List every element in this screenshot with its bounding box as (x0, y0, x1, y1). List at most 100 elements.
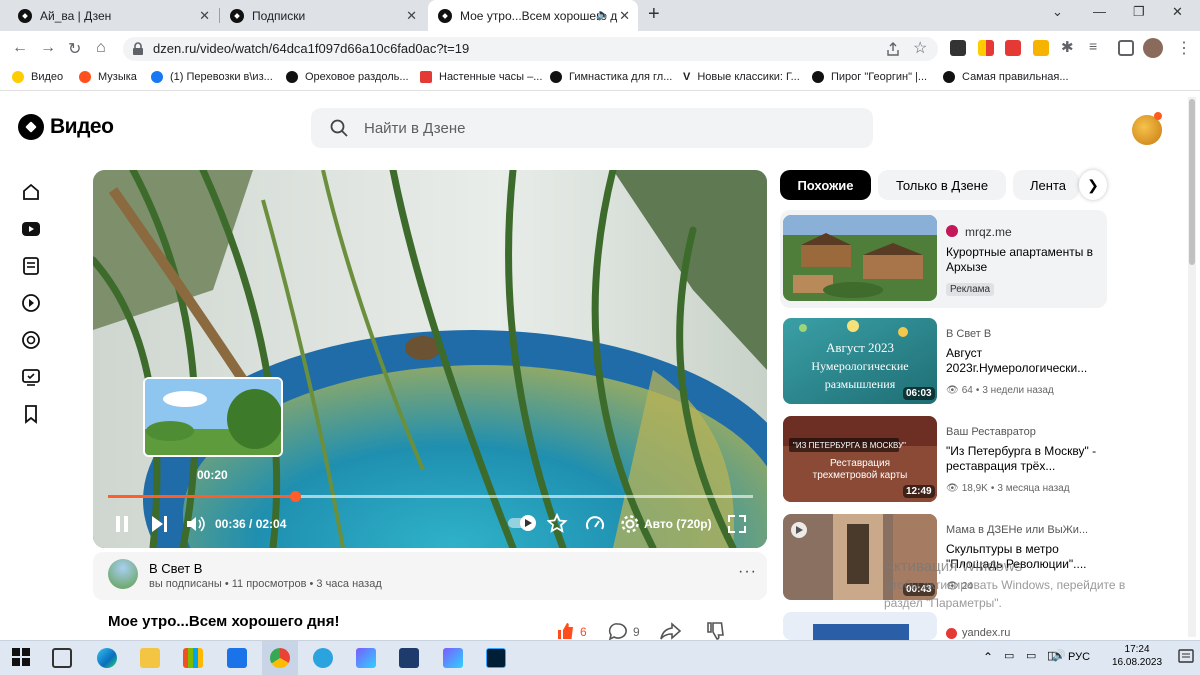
subscriptions-icon[interactable] (21, 367, 41, 387)
quality-label[interactable]: Авто (720p) (644, 517, 712, 531)
chevron-right-icon[interactable]: ❯ (1079, 170, 1107, 200)
progress-handle[interactable] (290, 491, 302, 502)
related-channel[interactable]: Ваш Реставратор (946, 426, 1036, 438)
bookmark-item[interactable]: Музыка (79, 71, 137, 83)
related-channel[interactable]: yandex.ru (962, 627, 1010, 639)
edge-icon[interactable] (97, 648, 117, 668)
related-channel[interactable]: В Свет В (946, 328, 991, 340)
logo-text: Видео (50, 115, 114, 138)
forward-button[interactable]: → (40, 39, 56, 57)
menu-kebab-icon[interactable]: ⋮ (1176, 38, 1192, 58)
chevron-down-icon[interactable]: ⌄ (1052, 4, 1063, 20)
seek-preview-thumbnail (143, 377, 283, 457)
comment-icon[interactable] (608, 622, 628, 640)
related-title[interactable]: Август 2023г.Нумерологически... (946, 346, 1102, 376)
chip-feed[interactable]: Лента (1013, 170, 1079, 200)
autoplay-toggle[interactable] (507, 513, 539, 533)
app-icon[interactable] (443, 648, 463, 668)
video-nav-icon[interactable] (21, 219, 41, 239)
extension-flag-icon[interactable] (978, 40, 994, 56)
settings-gear-icon[interactable] (620, 514, 640, 534)
shorts-icon[interactable] (21, 293, 41, 313)
close-window-button[interactable]: ✕ (1172, 4, 1183, 20)
pause-icon[interactable] (114, 515, 130, 533)
bookmark-item[interactable]: (1) Перевозки в\из... (151, 71, 273, 83)
bookmark-item[interactable]: Гимнастика для гл... (550, 71, 672, 83)
clock[interactable]: 17:24 16.08.2023 (1112, 643, 1162, 669)
channel-name[interactable]: В Свет В (149, 561, 202, 576)
share-arrow-icon[interactable] (660, 622, 682, 640)
bookmark-item[interactable]: Видео (12, 71, 63, 83)
new-tab-button[interactable]: + (648, 3, 660, 26)
fullscreen-icon[interactable] (727, 514, 747, 534)
reading-list-icon[interactable]: ≡ (1089, 38, 1097, 54)
tab-ai-va[interactable]: Ай_ва | Дзен ✕ (8, 0, 218, 31)
language-indicator[interactable]: РУС (1068, 651, 1090, 663)
app-icon[interactable] (356, 648, 376, 668)
speed-icon[interactable] (585, 514, 605, 534)
share-icon[interactable] (885, 41, 901, 57)
extension-note-icon[interactable] (1033, 40, 1049, 56)
side-panel-icon[interactable] (1118, 40, 1134, 56)
ad-title[interactable]: Курортные апартаменты в Архызе (946, 245, 1102, 275)
telegram-icon[interactable] (313, 648, 333, 668)
maximize-button[interactable]: ❐ (1133, 4, 1145, 20)
video-player[interactable] (93, 170, 767, 548)
chevron-up-icon[interactable]: ⌃ (983, 650, 993, 664)
photoshop-icon[interactable] (486, 648, 506, 668)
related-title[interactable]: "Из Петербурга в Москву" - реставрация т… (946, 444, 1102, 474)
bookmark-item[interactable]: Ореховое раздоль... (286, 71, 409, 83)
close-icon[interactable]: ✕ (199, 8, 210, 24)
extension-folder-icon[interactable] (950, 40, 966, 56)
chrome-icon[interactable] (270, 648, 290, 668)
notifications-icon[interactable] (1178, 648, 1194, 666)
task-view-icon[interactable] (52, 648, 72, 668)
dzen-video-logo[interactable]: Видео (18, 114, 114, 140)
close-icon[interactable]: ✕ (406, 8, 417, 24)
bookmark-item[interactable]: Настенные часы –... (420, 71, 542, 83)
channel-avatar[interactable] (108, 559, 138, 589)
mail-icon[interactable] (227, 648, 247, 668)
url-text[interactable]: dzen.ru/video/watch/64dca1f097d66a10c6fa… (153, 41, 469, 56)
more-options-button[interactable]: ··· (738, 563, 757, 581)
channels-icon[interactable] (21, 330, 41, 350)
bookmark-star-icon[interactable]: ☆ (913, 38, 927, 58)
close-icon[interactable]: ✕ (619, 8, 630, 24)
app-icon[interactable] (399, 648, 419, 668)
bookmark-item[interactable]: Пирог "Георгин" |... (812, 71, 927, 83)
windows-start-icon[interactable] (12, 648, 30, 666)
next-icon[interactable] (150, 515, 168, 533)
store-icon[interactable] (183, 648, 203, 668)
related-thumbnail[interactable] (783, 612, 937, 640)
volume-icon[interactable] (185, 514, 207, 534)
minimize-button[interactable]: — (1093, 4, 1106, 19)
tab-subscriptions[interactable]: Подписки ✕ (220, 0, 425, 31)
extension-badge-icon[interactable] (1005, 40, 1021, 56)
profile-avatar[interactable] (1143, 38, 1163, 58)
reload-button[interactable]: ↻ (68, 39, 81, 59)
extensions-puzzle-icon[interactable]: ✱ (1061, 38, 1074, 56)
related-meta: 👁 18,9K • 3 месяца назад (946, 483, 1070, 494)
star-plus-icon[interactable] (547, 513, 569, 535)
scrollbar-thumb[interactable] (1189, 99, 1195, 265)
bookmark-icon[interactable] (21, 404, 41, 424)
speaker-icon[interactable]: 🔈 (596, 8, 610, 21)
articles-icon[interactable] (21, 256, 41, 276)
home-icon[interactable] (21, 182, 41, 202)
file-explorer-icon[interactable] (140, 648, 160, 668)
like-icon[interactable] (556, 622, 576, 640)
chip-similar[interactable]: Похожие (780, 170, 871, 200)
bookmark-item[interactable]: V Новые классики: Г... (683, 71, 800, 83)
back-button[interactable]: ← (12, 39, 28, 57)
tab-current-video[interactable]: Мое утро...Всем хорошего д 🔈 ✕ (428, 0, 638, 31)
seek-preview-time: 00:20 (197, 468, 228, 482)
speaker-tray-icon[interactable]: 🔊 (1052, 649, 1066, 662)
home-button[interactable]: ⌂ (96, 39, 106, 57)
chip-only-in-dzen[interactable]: Только в Дзене (878, 170, 1006, 200)
ad-thumbnail[interactable] (783, 215, 937, 301)
related-channel[interactable]: Мама в ДЗЕНе или ВыЖи... (946, 524, 1088, 536)
tray-app-icon[interactable]: ▭ (1004, 649, 1014, 662)
bookmark-item[interactable]: Самая правильная... (943, 71, 1069, 83)
battery-icon[interactable]: ▭ (1026, 649, 1036, 662)
dislike-icon[interactable] (706, 622, 726, 640)
